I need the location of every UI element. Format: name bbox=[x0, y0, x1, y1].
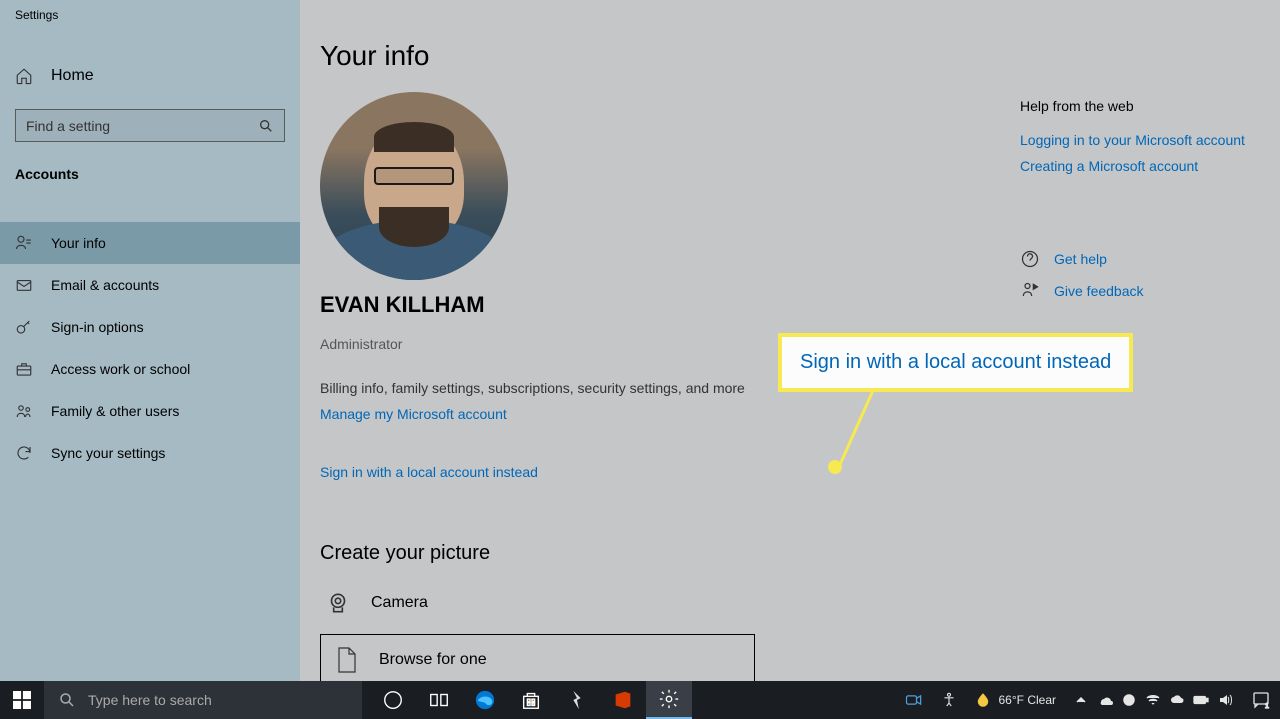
person-icon bbox=[15, 234, 33, 252]
search-box[interactable] bbox=[15, 109, 285, 142]
nav-signin-options[interactable]: Sign-in options bbox=[0, 306, 300, 348]
nav-access-work-school[interactable]: Access work or school bbox=[0, 348, 300, 390]
home-icon bbox=[15, 67, 33, 85]
svg-text:1: 1 bbox=[1265, 703, 1269, 710]
office-icon[interactable] bbox=[600, 681, 646, 719]
callout-annotation: Sign in with a local account instead bbox=[778, 333, 1133, 392]
tray-wifi-icon[interactable] bbox=[1144, 691, 1162, 709]
settings-taskbar-icon[interactable] bbox=[646, 681, 692, 719]
manage-account-link[interactable]: Manage my Microsoft account bbox=[320, 406, 507, 422]
tray-onedrive-icon[interactable] bbox=[1096, 691, 1114, 709]
file-icon bbox=[335, 646, 359, 674]
envelope-icon bbox=[15, 276, 33, 294]
create-picture-title: Create your picture bbox=[320, 542, 1020, 565]
tray-volume-icon[interactable] bbox=[1216, 691, 1234, 709]
search-icon bbox=[258, 118, 274, 134]
callout-dot bbox=[828, 460, 842, 474]
meet-now-icon[interactable] bbox=[896, 681, 932, 719]
window-title: Settings bbox=[15, 8, 58, 22]
browse-label: Browse for one bbox=[379, 651, 487, 669]
cortana-icon[interactable] bbox=[370, 681, 416, 719]
nav-label: Access work or school bbox=[51, 361, 190, 377]
titlebar: Settings bbox=[0, 0, 300, 30]
user-name: EVAN KILLHAM bbox=[320, 292, 1020, 318]
feedback-label: Give feedback bbox=[1054, 283, 1144, 299]
help-link-login[interactable]: Logging in to your Microsoft account bbox=[1020, 132, 1260, 148]
user-avatar bbox=[320, 92, 508, 280]
task-view-icon[interactable] bbox=[416, 681, 462, 719]
tray-battery-icon[interactable] bbox=[1192, 691, 1210, 709]
get-help-link[interactable]: Get help bbox=[1020, 249, 1260, 269]
help-link-create[interactable]: Creating a Microsoft account bbox=[1020, 158, 1260, 174]
sync-icon bbox=[15, 444, 33, 462]
help-title: Help from the web bbox=[1020, 98, 1260, 114]
accessibility-icon[interactable] bbox=[932, 681, 966, 719]
start-button[interactable] bbox=[0, 681, 44, 719]
home-nav[interactable]: Home bbox=[0, 55, 300, 97]
sidebar: Settings Home Accounts Your info Email &… bbox=[0, 0, 300, 681]
nav-your-info[interactable]: Your info bbox=[0, 222, 300, 264]
taskbar-search-placeholder: Type here to search bbox=[88, 692, 212, 708]
camera-icon bbox=[325, 590, 351, 616]
home-label: Home bbox=[51, 67, 94, 85]
store-icon[interactable] bbox=[508, 681, 554, 719]
page-title: Your info bbox=[320, 40, 1020, 72]
callout-text: Sign in with a local account instead bbox=[800, 351, 1111, 373]
tray-chevron-icon[interactable] bbox=[1072, 691, 1090, 709]
signin-local-link[interactable]: Sign in with a local account instead bbox=[320, 464, 538, 480]
weather-cond: Clear bbox=[1027, 693, 1056, 707]
give-feedback-link[interactable]: Give feedback bbox=[1020, 281, 1260, 301]
key-icon bbox=[15, 318, 33, 336]
taskbar-search[interactable]: Type here to search bbox=[44, 681, 362, 719]
nav-email-accounts[interactable]: Email & accounts bbox=[0, 264, 300, 306]
nav-label: Family & other users bbox=[51, 403, 179, 419]
feedback-icon bbox=[1020, 281, 1040, 301]
system-tray[interactable] bbox=[1064, 681, 1242, 719]
tray-location-icon[interactable] bbox=[1120, 691, 1138, 709]
weather-widget[interactable]: 66°F Clear bbox=[966, 681, 1064, 719]
taskbar: Type here to search 66°F Clear bbox=[0, 681, 1280, 719]
nav-label: Sync your settings bbox=[51, 445, 165, 461]
browse-button[interactable]: Browse for one bbox=[320, 634, 755, 686]
notifications-icon[interactable]: 1 bbox=[1242, 681, 1280, 719]
edge-icon[interactable] bbox=[462, 681, 508, 719]
nav-label: Your info bbox=[51, 235, 106, 251]
people-icon bbox=[15, 402, 33, 420]
camera-option[interactable]: Camera bbox=[320, 590, 1020, 616]
help-icon bbox=[1020, 249, 1040, 269]
search-input[interactable] bbox=[26, 118, 258, 134]
tray-cloud-icon[interactable] bbox=[1168, 691, 1186, 709]
nav-sync-settings[interactable]: Sync your settings bbox=[0, 432, 300, 474]
windows-icon bbox=[13, 691, 31, 709]
nav-label: Sign-in options bbox=[51, 319, 144, 335]
camera-label: Camera bbox=[371, 594, 428, 612]
briefcase-icon bbox=[15, 360, 33, 378]
app-icon[interactable] bbox=[554, 681, 600, 719]
get-help-label: Get help bbox=[1054, 251, 1107, 267]
nav-label: Email & accounts bbox=[51, 277, 159, 293]
search-icon bbox=[58, 691, 76, 709]
weather-temp: 66°F bbox=[998, 693, 1023, 707]
nav-family-users[interactable]: Family & other users bbox=[0, 390, 300, 432]
section-header: Accounts bbox=[0, 154, 300, 194]
